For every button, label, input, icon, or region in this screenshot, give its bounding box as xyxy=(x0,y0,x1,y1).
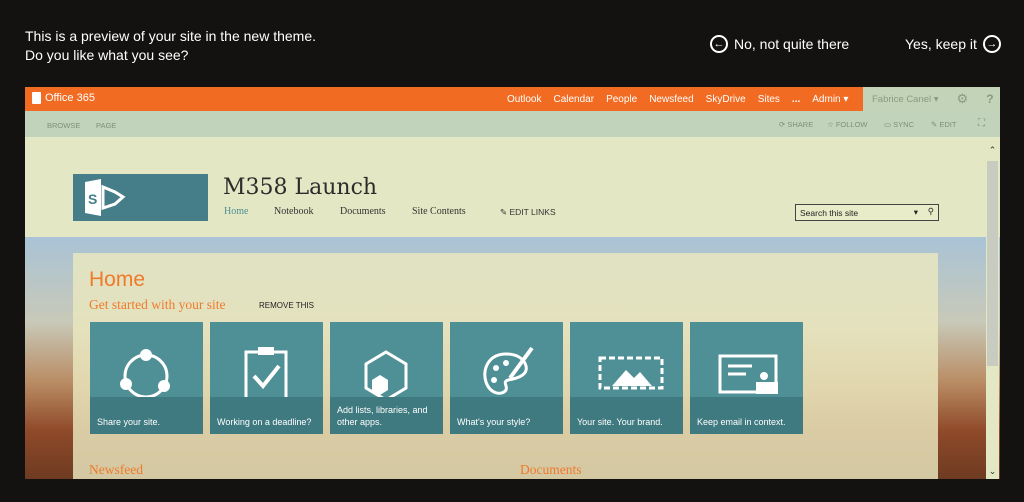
vertical-scrollbar[interactable]: ⌃ ⌄ xyxy=(986,145,999,479)
arrow-right-icon: → xyxy=(982,35,1001,53)
focus-icon[interactable]: ⛶ xyxy=(978,118,985,129)
arrow-left-icon: ← xyxy=(710,35,728,53)
user-menu[interactable]: Fabrice Canel ▾ xyxy=(872,94,939,105)
tile-share[interactable]: Share your site. xyxy=(90,322,203,434)
sharepoint-logo[interactable]: S xyxy=(73,174,208,221)
site-nav-notebook[interactable]: Notebook xyxy=(274,206,313,217)
chevron-down-icon[interactable]: ▾ xyxy=(914,207,918,218)
clipboard-check-icon xyxy=(244,347,288,402)
tab-browse[interactable]: BROWSE xyxy=(47,121,80,130)
svg-text:S: S xyxy=(88,191,97,207)
site-title[interactable]: M358 Launch xyxy=(223,175,377,200)
gear-icon[interactable]: ⚙ xyxy=(957,91,969,107)
nav-admin[interactable]: Admin ▾ xyxy=(812,94,848,105)
newsfeed-heading: Newsfeed xyxy=(89,462,143,477)
site-nav-documents[interactable]: Documents xyxy=(340,206,386,217)
get-started-heading: Get started with your site xyxy=(89,297,226,312)
search-input[interactable]: Search this site ▾ ⚲ xyxy=(795,204,939,221)
tab-page[interactable]: PAGE xyxy=(96,121,116,130)
palette-icon xyxy=(483,346,534,395)
share-icon xyxy=(120,349,170,399)
suite-nav: Outlook Calendar People Newsfeed SkyDriv… xyxy=(507,87,848,111)
nav-outlook[interactable]: Outlook xyxy=(507,94,541,105)
help-icon[interactable]: ? xyxy=(986,92,993,106)
nav-newsfeed[interactable]: Newsfeed xyxy=(649,94,693,105)
nav-more[interactable]: ... xyxy=(792,94,800,105)
edit-button[interactable]: ✎ EDIT xyxy=(931,120,956,129)
email-contacts-icon xyxy=(718,354,778,394)
search-icon[interactable]: ⚲ xyxy=(928,206,934,217)
reject-theme-button[interactable]: ← No, not quite there xyxy=(710,35,849,53)
image-icon xyxy=(598,356,664,390)
user-area: Fabrice Canel ▾ ⚙ ? xyxy=(863,87,1000,111)
suite-bar: Office 365 Outlook Calendar People Newsf… xyxy=(25,87,1000,111)
nav-sites[interactable]: Sites xyxy=(758,94,780,105)
documents-heading: Documents xyxy=(520,462,582,477)
tile-brand[interactable]: Your site. Your brand. xyxy=(570,322,683,434)
nav-calendar[interactable]: Calendar xyxy=(553,94,594,105)
office-icon xyxy=(32,92,41,104)
remove-this-link[interactable]: REMOVE THIS xyxy=(259,301,314,310)
accept-theme-button[interactable]: Yes, keep it → xyxy=(905,35,1001,53)
hexagon-apps-icon xyxy=(364,350,408,402)
scroll-up-icon[interactable]: ⌃ xyxy=(986,145,999,156)
ribbon: BROWSE PAGE ⟳ SHARE ☆ FOLLOW ▭ SYNC ✎ ED… xyxy=(25,111,1000,137)
tile-style[interactable]: What's your style? xyxy=(450,322,563,434)
site-nav-home[interactable]: Home xyxy=(224,206,248,217)
scroll-down-icon[interactable]: ⌄ xyxy=(986,466,999,477)
star-icon: ☆ xyxy=(827,120,836,129)
share-button[interactable]: ⟳ SHARE xyxy=(779,120,813,129)
tile-add-apps[interactable]: Add lists, libraries, and other apps. xyxy=(330,322,443,434)
sync-icon: ▭ xyxy=(884,120,894,129)
nav-people[interactable]: People xyxy=(606,94,637,105)
office-logo[interactable]: Office 365 xyxy=(32,92,95,104)
nav-skydrive[interactable]: SkyDrive xyxy=(706,94,746,105)
preview-message: This is a preview of your site in the ne… xyxy=(25,28,317,63)
edit-links-button[interactable]: ✎ EDIT LINKS xyxy=(500,207,556,218)
tile-email[interactable]: Keep email in context. xyxy=(690,322,803,434)
sync-button[interactable]: ▭ SYNC xyxy=(884,120,914,129)
scrollbar-thumb[interactable] xyxy=(987,161,998,366)
follow-button[interactable]: ☆ FOLLOW xyxy=(827,120,867,129)
site-preview: Office 365 Outlook Calendar People Newsf… xyxy=(25,87,1000,479)
tile-deadline[interactable]: Working on a deadline? xyxy=(210,322,323,434)
page-heading: Home xyxy=(89,268,146,291)
site-nav-site-contents[interactable]: Site Contents xyxy=(412,206,466,217)
